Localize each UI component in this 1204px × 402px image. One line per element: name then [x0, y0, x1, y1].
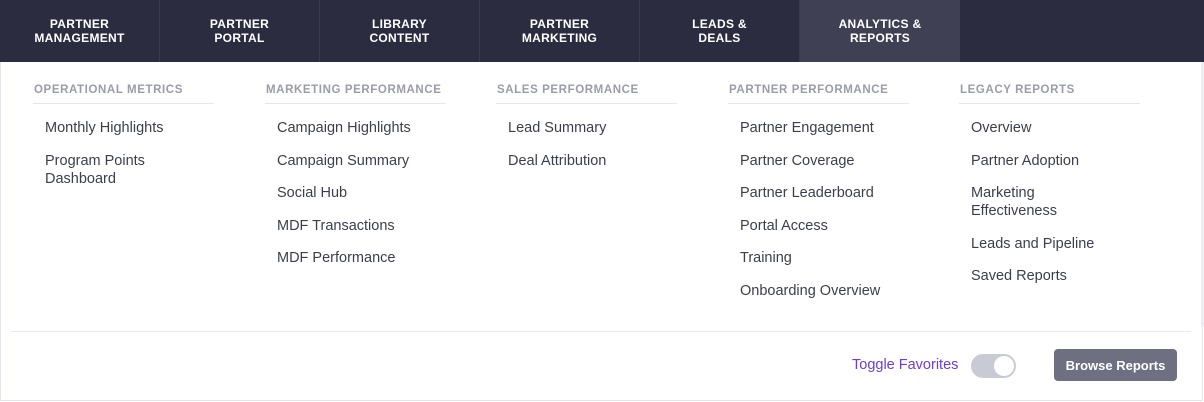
menu-link[interactable]: Partner Leaderboard — [740, 184, 890, 202]
menu-link[interactable]: Portal Access — [740, 217, 890, 235]
menu-link[interactable]: Lead Summary — [508, 119, 658, 137]
menu-link[interactable]: MDF Performance — [277, 249, 427, 267]
menu-link[interactable]: Campaign Summary — [277, 152, 427, 170]
menu-link[interactable]: Partner Engagement — [740, 119, 890, 137]
tab-analytics-reports[interactable]: ANALYTICS & REPORTS — [800, 0, 960, 62]
tab-leads-deals[interactable]: LEADS & DEALS — [640, 0, 800, 62]
tab-partner-portal[interactable]: PARTNER PORTAL — [160, 0, 320, 62]
browse-reports-button[interactable]: Browse Reports — [1054, 349, 1177, 381]
menu-column-heading: OPERATIONAL METRICS — [33, 84, 214, 104]
menu-column-heading: LEGACY REPORTS — [959, 84, 1140, 104]
menu-column-heading: MARKETING PERFORMANCE — [265, 84, 446, 104]
menu-link[interactable]: Deal Attribution — [508, 152, 658, 170]
menu-column-marketing-performance: MARKETING PERFORMANCE Campaign Highlight… — [265, 84, 465, 267]
menu-link[interactable]: Monthly Highlights — [45, 119, 195, 137]
menu-link[interactable]: Marketing Effectiveness — [971, 184, 1121, 220]
menu-link[interactable]: Partner Adoption — [971, 152, 1121, 170]
menu-link[interactable]: Training — [740, 249, 890, 267]
footer-divider — [11, 331, 1191, 332]
menu-link[interactable]: Onboarding Overview — [740, 282, 890, 300]
tab-partner-management[interactable]: PARTNER MANAGEMENT — [0, 0, 160, 62]
menu-column-legacy-reports: LEGACY REPORTS Overview Partner Adoption… — [959, 84, 1159, 285]
tab-library-content[interactable]: LIBRARY CONTENT — [320, 0, 480, 62]
menu-link[interactable]: Social Hub — [277, 184, 427, 202]
menu-column-heading: SALES PERFORMANCE — [496, 84, 677, 104]
menu-link[interactable]: Overview — [971, 119, 1121, 137]
toggle-favorites-label[interactable]: Toggle Favorites — [852, 357, 958, 373]
reports-dropdown-panel: OPERATIONAL METRICS Monthly Highlights P… — [0, 62, 1203, 401]
menu-column-partner-performance: PARTNER PERFORMANCE Partner Engagement P… — [728, 84, 928, 300]
tab-partner-marketing[interactable]: PARTNER MARKETING — [480, 0, 640, 62]
menu-column-sales-performance: SALES PERFORMANCE Lead Summary Deal Attr… — [496, 84, 696, 170]
toggle-knob — [994, 356, 1014, 376]
menu-link[interactable]: Leads and Pipeline — [971, 235, 1121, 253]
menu-link[interactable]: Saved Reports — [971, 267, 1121, 285]
menu-link[interactable]: MDF Transactions — [277, 217, 427, 235]
menu-column-operational-metrics: OPERATIONAL METRICS Monthly Highlights P… — [33, 84, 233, 188]
menu-link[interactable]: Partner Coverage — [740, 152, 890, 170]
top-navigation: PARTNER MANAGEMENT PARTNER PORTAL LIBRAR… — [0, 0, 1204, 62]
menu-link[interactable]: Program Points Dashboard — [45, 152, 195, 188]
menu-column-heading: PARTNER PERFORMANCE — [728, 84, 909, 104]
toggle-favorites-switch[interactable] — [971, 354, 1016, 378]
menu-link[interactable]: Campaign Highlights — [277, 119, 427, 137]
